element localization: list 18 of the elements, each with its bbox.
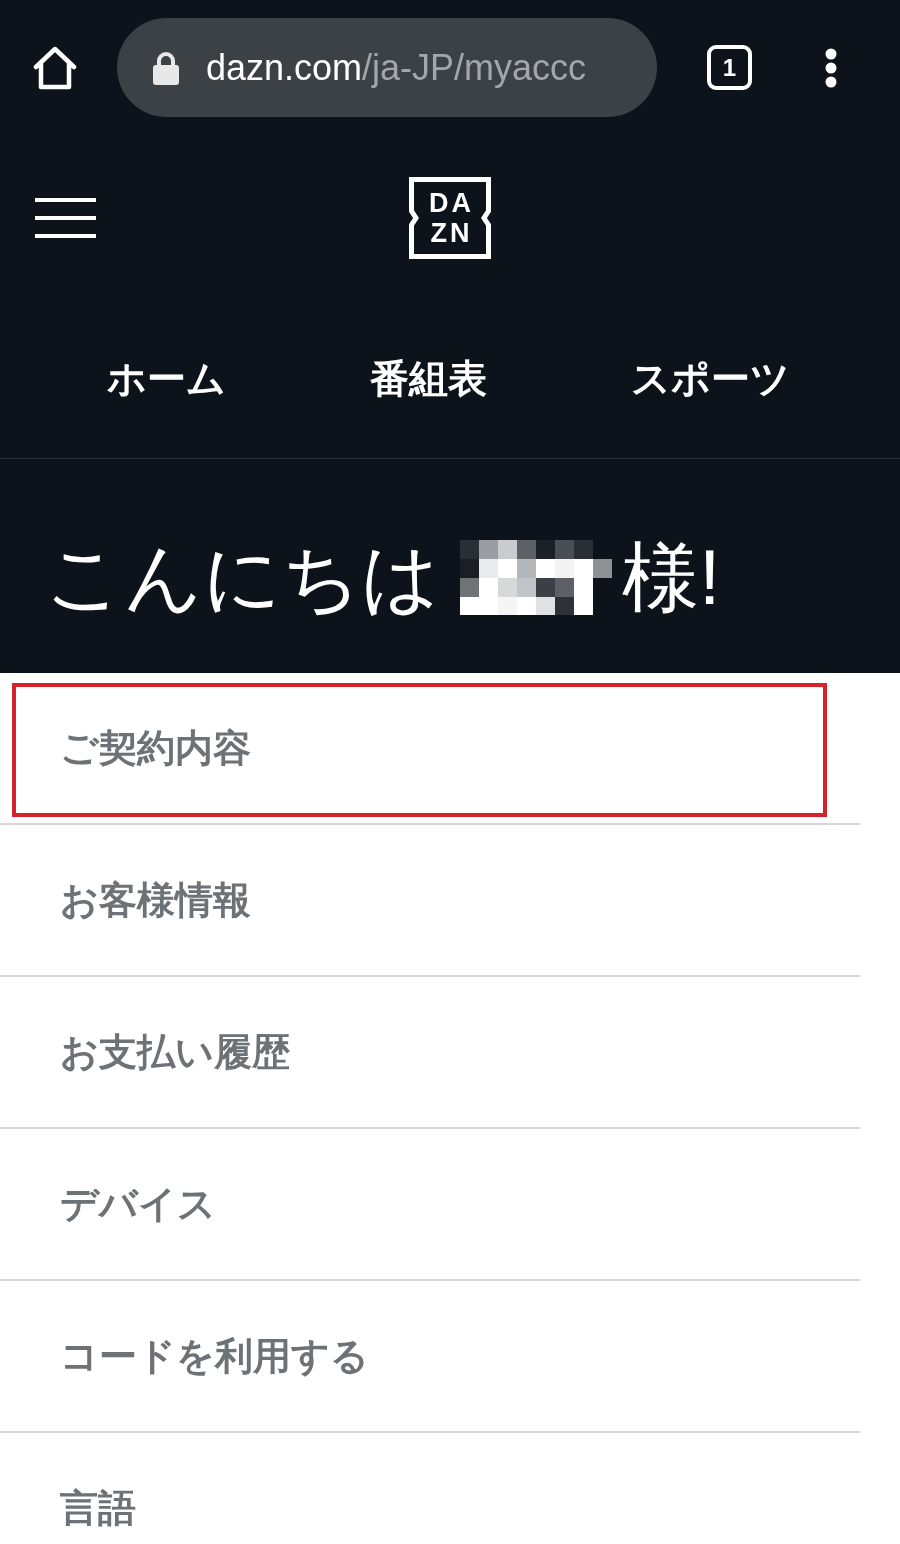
tab-count-button[interactable]: 1 <box>707 45 752 90</box>
nav-link[interactable]: スポーツ <box>631 349 790 409</box>
greeting-text: こんにちは <box>45 538 440 616</box>
nav-link[interactable]: ホーム <box>107 349 226 409</box>
menu-item[interactable]: お支払い履歴 <box>0 977 860 1129</box>
home-icon[interactable] <box>33 45 77 90</box>
menu-item[interactable]: 言語 <box>0 1433 860 1544</box>
nav-link[interactable]: 番組表 <box>370 349 487 409</box>
greeting-text: 様! <box>622 538 721 616</box>
menu-icon[interactable] <box>35 197 96 238</box>
menu-item[interactable]: コードを利用する <box>0 1281 860 1433</box>
address-bar[interactable]: dazn.com/ja-JP/myaccc <box>117 18 657 117</box>
menu-item[interactable]: お客様情報 <box>0 825 860 977</box>
menu-item[interactable]: ご契約内容 <box>0 673 860 825</box>
site-logo[interactable]: DA ZN <box>409 176 491 259</box>
lock-icon <box>152 50 180 85</box>
more-options-icon[interactable] <box>823 47 839 88</box>
menu-item[interactable]: デバイス <box>0 1129 860 1281</box>
